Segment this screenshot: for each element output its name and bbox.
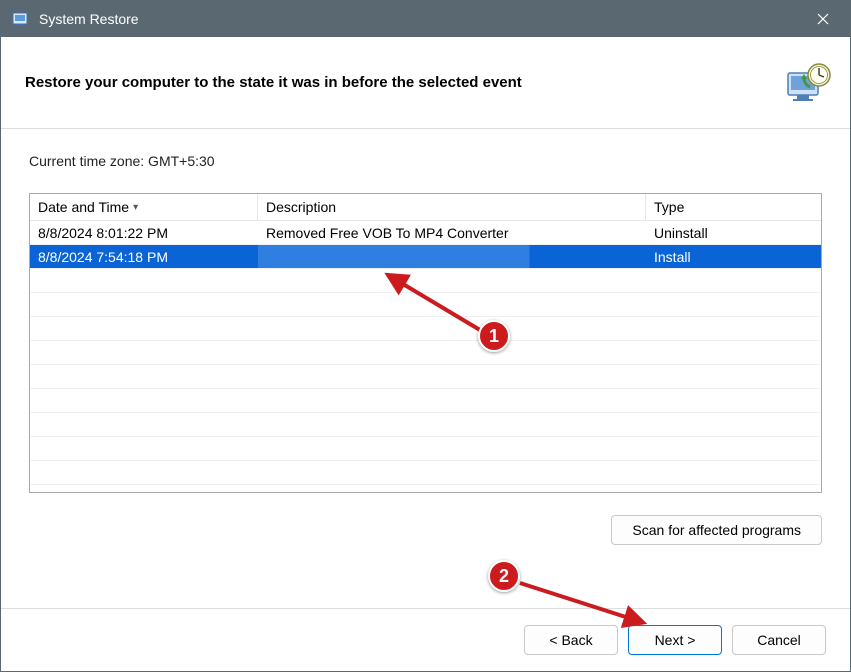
table-row[interactable]: 8/8/2024 8:01:22 PMRemoved Free VOB To M… (30, 221, 821, 245)
table-row-empty (30, 293, 821, 317)
cell-date: 8/8/2024 8:01:22 PM (30, 221, 258, 244)
back-button[interactable]: < Back (524, 625, 618, 655)
actions-row: Scan for affected programs (29, 515, 822, 545)
table-row-empty (30, 317, 821, 341)
close-icon (817, 13, 829, 25)
cell-date: 8/8/2024 7:54:18 PM (30, 245, 258, 268)
system-restore-icon (11, 9, 31, 29)
table-row-empty (30, 365, 821, 389)
table-header: Date and Time ▾ Description Type (30, 194, 821, 221)
column-header-date[interactable]: Date and Time ▾ (30, 194, 258, 220)
restore-points-table: Date and Time ▾ Description Type 8/8/202… (29, 193, 822, 493)
table-row-empty (30, 341, 821, 365)
page-heading: Restore your computer to the state it wa… (25, 74, 784, 91)
cell-type: Uninstall (646, 221, 821, 244)
table-row-empty (30, 413, 821, 437)
restore-clock-icon (784, 59, 832, 107)
window-title: System Restore (39, 11, 800, 27)
timezone-label: Current time zone: GMT+5:30 (29, 153, 822, 169)
column-label: Date and Time (38, 199, 129, 215)
titlebar: System Restore (1, 1, 850, 37)
cell-description: Removed Free VOB To MP4 Converter (258, 221, 646, 244)
table-row-empty (30, 461, 821, 485)
table-row-empty (30, 437, 821, 461)
cell-description (258, 245, 646, 268)
table-row-empty (30, 389, 821, 413)
system-restore-window: System Restore Restore your computer to … (0, 0, 851, 672)
cell-type: Install (646, 245, 821, 268)
column-header-description[interactable]: Description (258, 194, 646, 220)
cancel-button[interactable]: Cancel (732, 625, 826, 655)
column-label: Description (266, 199, 336, 215)
header-section: Restore your computer to the state it wa… (1, 37, 850, 129)
table-body: 8/8/2024 8:01:22 PMRemoved Free VOB To M… (30, 221, 821, 485)
next-button[interactable]: Next > (628, 625, 722, 655)
sort-descending-icon: ▾ (133, 202, 138, 213)
table-row[interactable]: 8/8/2024 7:54:18 PM Install (30, 245, 821, 269)
column-header-type[interactable]: Type (646, 194, 821, 220)
body-section: Current time zone: GMT+5:30 Date and Tim… (1, 129, 850, 608)
column-label: Type (654, 199, 684, 215)
close-button[interactable] (800, 1, 846, 37)
scan-affected-button[interactable]: Scan for affected programs (611, 515, 822, 545)
table-row-empty (30, 269, 821, 293)
footer-buttons: < Back Next > Cancel (1, 608, 850, 671)
